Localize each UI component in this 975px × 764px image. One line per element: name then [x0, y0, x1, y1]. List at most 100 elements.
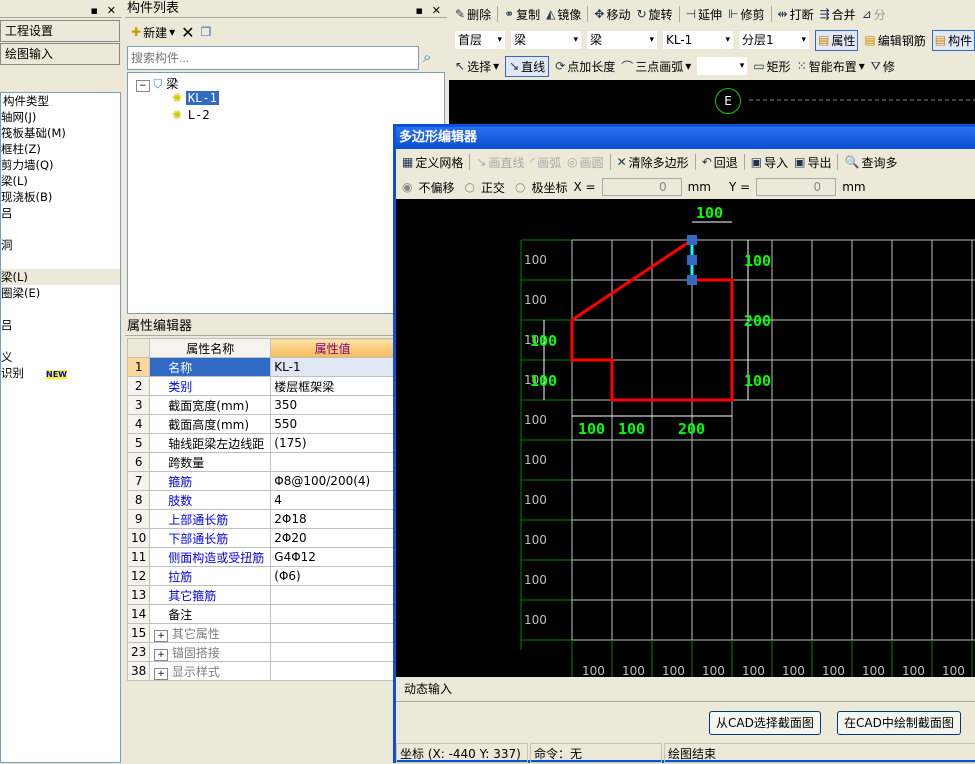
property-value[interactable]: 350: [270, 395, 395, 415]
tree-item-l2[interactable]: ✺ L-2: [172, 108, 212, 122]
dialog-tool-8[interactable]: 🔍 查询多: [844, 154, 897, 171]
property-value[interactable]: [270, 585, 395, 605]
copy-button[interactable]: ❐: [201, 25, 212, 39]
property-value[interactable]: KL-1: [270, 357, 395, 377]
toolbar-button-3[interactable]: ⌒ 三点画弧 ▾: [621, 58, 691, 75]
toolbar-button-5[interactable]: ⊣ 延伸: [686, 6, 722, 23]
toolbar-button-2[interactable]: ◭ 镜像: [546, 6, 581, 23]
select-4[interactable]: 分层1: [739, 31, 809, 49]
expand-icon[interactable]: +: [154, 629, 168, 642]
dialog-tool-2[interactable]: ◜ 画弧: [530, 154, 561, 171]
tree-item[interactable]: [1, 221, 120, 237]
toolbar-button-9[interactable]: ⊿ 分: [862, 6, 886, 23]
polygon-canvas[interactable]: 100 100 100 100 100 100 100 100 100 100 100 100 100 1…: [396, 199, 975, 677]
vertex-handle[interactable]: [687, 235, 697, 245]
toolbar-button-编辑钢筋[interactable]: ▤ 编辑钢筋: [864, 32, 925, 49]
toolbar-button-6[interactable]: ⛛ 修: [871, 58, 895, 75]
collapse-icon[interactable]: −: [136, 80, 150, 92]
tree-item[interactable]: 梁(L): [1, 173, 120, 189]
table-row[interactable]: 13 其它箍筋: [126, 585, 395, 605]
table-row[interactable]: 7 箍筋 Φ8@100/200(4): [126, 471, 395, 491]
dialog-tool-6[interactable]: ▣ 导入: [751, 154, 788, 171]
dialog-tool-0[interactable]: ▦ 定义网格: [402, 154, 463, 171]
radio-2[interactable]: ○ 极坐标: [515, 179, 568, 196]
tree-item[interactable]: 构件类型: [1, 93, 120, 109]
nav-drawing-input[interactable]: 绘图输入: [0, 43, 120, 65]
radio-1[interactable]: ○ 正交: [465, 179, 506, 196]
table-row[interactable]: 15 + 其它属性: [126, 623, 395, 643]
select-2[interactable]: 梁: [587, 31, 657, 49]
property-value[interactable]: [270, 642, 395, 662]
tree-item[interactable]: 义: [1, 349, 120, 365]
tree-item[interactable]: 洞: [1, 237, 120, 253]
property-value[interactable]: G4Φ12: [270, 547, 395, 567]
table-row[interactable]: 12 拉筋 (Φ6): [126, 566, 395, 586]
property-value[interactable]: [270, 623, 395, 643]
toolbar-button-6[interactable]: ⊩ 修剪: [728, 6, 764, 23]
tree-item[interactable]: 梁(L): [1, 269, 120, 285]
tree-item[interactable]: [1, 301, 120, 317]
select-3[interactable]: KL-1: [663, 31, 733, 49]
toolbar-button-4[interactable]: ↻ 旋转: [636, 6, 672, 23]
property-value[interactable]: 2Φ20: [270, 528, 395, 548]
table-row[interactable]: 14 备注: [126, 604, 395, 624]
vertex-handle[interactable]: [687, 275, 697, 285]
table-row[interactable]: 11 侧面构造或受扭筋 G4Φ12: [126, 547, 395, 567]
property-value[interactable]: 楼层框架梁: [270, 376, 395, 396]
toolbar-button-0[interactable]: ↖ 选择 ▾: [455, 58, 499, 75]
property-value[interactable]: [270, 604, 395, 624]
table-row[interactable]: 1 名称 KL-1: [126, 357, 395, 377]
dialog-tool-7[interactable]: ▣ 导出: [794, 154, 831, 171]
search-icon[interactable]: ⌕: [423, 48, 431, 66]
expand-icon[interactable]: +: [154, 648, 168, 661]
toolbar-button-4[interactable]: ▭ 矩形: [753, 58, 790, 75]
toolbar-button-8[interactable]: ⇶ 合并: [820, 6, 856, 23]
property-value[interactable]: (175): [270, 433, 395, 453]
tab-dynamic-input[interactable]: 动态输入: [398, 679, 458, 699]
property-value[interactable]: (Φ6): [270, 566, 395, 586]
table-row[interactable]: 8 肢数 4: [126, 490, 395, 510]
draw-in-cad-button[interactable]: 在CAD中绘制截面图: [837, 711, 961, 735]
tree-item[interactable]: [1, 253, 120, 269]
table-row[interactable]: 4 截面高度(mm) 550: [126, 414, 395, 434]
table-row[interactable]: 2 类别 楼层框架梁: [126, 376, 395, 396]
property-value[interactable]: 4: [270, 490, 395, 510]
table-row[interactable]: 23 + 锚固搭接: [126, 642, 395, 662]
table-row[interactable]: 38 + 显示样式: [126, 661, 395, 681]
pin-icon[interactable]: ▪: [91, 2, 98, 20]
tree-item[interactable]: 轴网(J): [1, 109, 120, 125]
table-row[interactable]: 3 截面宽度(mm) 350: [126, 395, 395, 415]
toolbar-button-1[interactable]: ⚭ 复制: [504, 6, 540, 23]
arc-type-select[interactable]: [697, 57, 748, 75]
dialog-tool-1[interactable]: ↘ 画直线: [476, 154, 524, 171]
table-row[interactable]: 6 跨数量: [126, 452, 395, 472]
property-value[interactable]: [270, 452, 395, 472]
toolbar-button-7[interactable]: ⇹ 打断: [778, 6, 814, 23]
dialog-tool-4[interactable]: ✕ 清除多边形: [617, 154, 689, 171]
delete-button[interactable]: ✕: [181, 23, 194, 42]
expand-icon[interactable]: +: [154, 667, 168, 680]
toolbar-button-5[interactable]: ⁙ 智能布置 ▾: [797, 58, 865, 75]
tree-item[interactable]: 筏板基础(M): [1, 125, 120, 141]
property-value[interactable]: 2Φ18: [270, 509, 395, 529]
select-from-cad-button[interactable]: 从CAD选择截面图: [709, 711, 821, 735]
y-input[interactable]: 0: [756, 178, 837, 196]
table-row[interactable]: 10 下部通长筋 2Φ20: [126, 528, 395, 548]
toolbar-button-属性[interactable]: ▤ 属性: [815, 29, 859, 51]
tree-item-kl1[interactable]: ✺ KL-1: [172, 91, 219, 105]
property-value[interactable]: Φ8@100/200(4): [270, 471, 395, 491]
toolbar-button-1[interactable]: ↘ 直线: [505, 55, 550, 77]
drawing-canvas[interactable]: E: [449, 80, 975, 130]
pin-icon[interactable]: ▪: [416, 2, 423, 20]
property-value[interactable]: 550: [270, 414, 395, 434]
tree-item[interactable]: [1, 333, 120, 349]
tree-item[interactable]: 剪力墙(Q): [1, 157, 120, 173]
dialog-tool-3[interactable]: ◎ 画圆: [567, 154, 604, 171]
toolbar-button-0[interactable]: ✎ 删除: [455, 6, 491, 23]
tree-root[interactable]: − ⛉ 梁: [136, 75, 178, 92]
table-row[interactable]: 9 上部通长筋 2Φ18: [126, 509, 395, 529]
dialog-tool-5[interactable]: ↶ 回退: [702, 154, 738, 171]
tree-item[interactable]: 吕: [1, 205, 120, 221]
close-icon[interactable]: ✕: [107, 2, 116, 20]
x-input[interactable]: 0: [601, 178, 682, 196]
